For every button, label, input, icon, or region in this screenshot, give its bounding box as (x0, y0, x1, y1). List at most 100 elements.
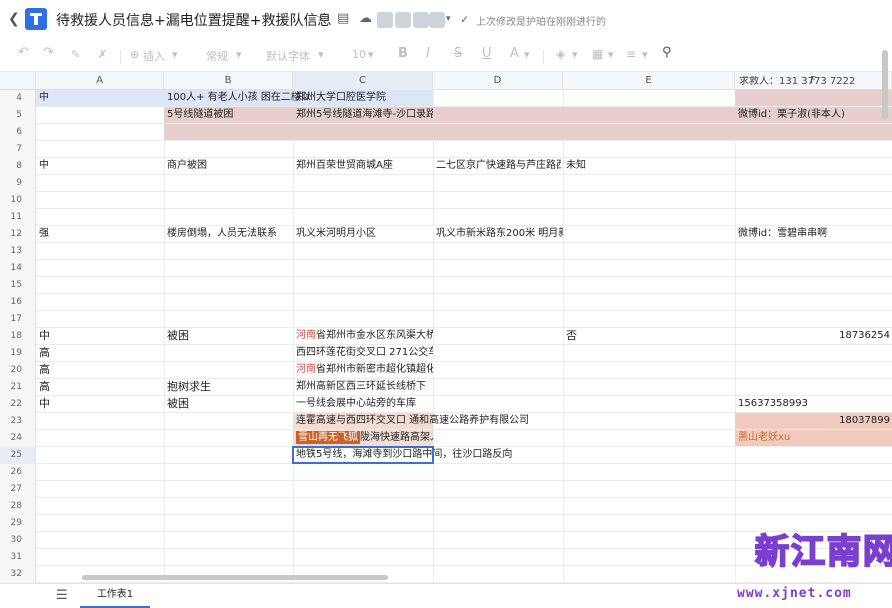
text-color-icon[interactable]: A (510, 46, 519, 61)
cell-f4[interactable] (735, 90, 892, 106)
cell-e20[interactable] (563, 362, 735, 378)
row-header[interactable]: 9 (0, 175, 36, 192)
select-all-corner[interactable] (0, 72, 36, 90)
cell-a17[interactable] (36, 311, 164, 327)
cell-a19[interactable]: 高 (36, 345, 164, 361)
cell-e5[interactable] (563, 107, 735, 123)
cell-b15[interactable] (164, 277, 293, 293)
cell-a20[interactable]: 高 (36, 362, 164, 378)
cell-b7[interactable] (164, 141, 293, 157)
cell-c30[interactable] (293, 532, 433, 548)
cell-c9[interactable] (293, 175, 433, 191)
cell-c7[interactable] (293, 141, 433, 157)
cell-d12[interactable]: 巩义市新米路东200米 明月新村 (433, 226, 563, 242)
row-header[interactable]: 16 (0, 294, 36, 311)
row-header[interactable]: 28 (0, 498, 36, 515)
cell-a28[interactable] (36, 498, 164, 514)
cell-f28[interactable] (735, 498, 892, 514)
cell-e7[interactable] (563, 141, 735, 157)
cell-a6[interactable] (36, 124, 164, 140)
cell-f18[interactable]: 18736254 (735, 328, 892, 344)
collaborator-avatar[interactable] (413, 12, 429, 28)
cell-e24[interactable] (563, 430, 735, 446)
cell-f12[interactable]: 微博id：雪碧串串啊 (735, 226, 892, 242)
cell-a13[interactable] (36, 243, 164, 259)
cell-f8[interactable] (735, 158, 892, 174)
row-header[interactable]: 18 (0, 328, 36, 345)
cell-c26[interactable] (293, 464, 433, 480)
insert-menu[interactable]: 插入 (143, 48, 165, 64)
row-header[interactable]: 7 (0, 141, 36, 158)
cell-e19[interactable] (563, 345, 735, 361)
undo-icon[interactable]: ↶ (18, 45, 29, 60)
border-icon[interactable]: ▦ (592, 47, 603, 61)
cell-f22[interactable]: 15637358993 (735, 396, 892, 412)
cell-e15[interactable] (563, 277, 735, 293)
cell-a16[interactable] (36, 294, 164, 310)
cell-c14[interactable] (293, 260, 433, 276)
column-header-b[interactable]: B (164, 72, 293, 90)
row-header[interactable]: 6 (0, 124, 36, 141)
italic-icon[interactable]: I (426, 46, 430, 61)
cell-f21[interactable] (735, 379, 892, 395)
cell-e25[interactable] (563, 447, 735, 463)
cell-b10[interactable] (164, 192, 293, 208)
cell-c22[interactable]: 一号线会展中心站旁的车库 (293, 396, 433, 412)
cell-f13[interactable] (735, 243, 892, 259)
cell-c10[interactable] (293, 192, 433, 208)
cell-f3-partial[interactable]: 求救人：131 3773 7222 (736, 76, 855, 88)
cell-f14[interactable] (735, 260, 892, 276)
cell-c24[interactable]: 雪山再无飞狐陇海快速路高架入口 (293, 430, 433, 446)
cell-f23[interactable]: 18037899 (735, 413, 892, 429)
search-icon[interactable]: ⚲ (662, 45, 672, 60)
cell-c18[interactable]: 河南省郑州市金水区东风渠大桥下 (293, 328, 433, 344)
collaborator-avatar[interactable] (377, 12, 393, 28)
cell-b25[interactable] (164, 447, 293, 463)
cell-f9[interactable] (735, 175, 892, 191)
cell-b22[interactable]: 被困 (164, 396, 293, 412)
cell-a15[interactable] (36, 277, 164, 293)
cell-a30[interactable] (36, 532, 164, 548)
cell-d24[interactable] (433, 430, 563, 446)
column-header-c[interactable]: C (293, 72, 433, 90)
collaborator-avatar[interactable] (395, 12, 411, 28)
cell-d8[interactable]: 二七区京广快速路与芦庄路西南 (433, 158, 561, 174)
star-icon[interactable]: ☆ (316, 11, 328, 26)
row-header[interactable]: 24 (0, 430, 36, 447)
cell-a26[interactable] (36, 464, 164, 480)
cell-d14[interactable] (433, 260, 563, 276)
cell-d25[interactable] (433, 447, 563, 463)
cell-d30[interactable] (433, 532, 563, 548)
row-header[interactable]: 30 (0, 532, 36, 549)
cell-f7[interactable] (735, 141, 892, 157)
row-header[interactable]: 8 (0, 158, 36, 175)
cell-e12[interactable] (563, 226, 735, 242)
cell-f10[interactable] (735, 192, 892, 208)
cell-e23[interactable] (563, 413, 735, 429)
cell-a23[interactable] (36, 413, 164, 429)
cell-c12[interactable]: 巩义米河明月小区 (293, 226, 433, 242)
row-header[interactable]: 21 (0, 379, 36, 396)
cell-b14[interactable] (164, 260, 293, 276)
cell-b18[interactable]: 被困 (164, 328, 293, 344)
row-header[interactable]: 17 (0, 311, 36, 328)
cell-d17[interactable] (433, 311, 563, 327)
cell-c15[interactable] (293, 277, 433, 293)
cell-e8[interactable]: 未知 (563, 158, 735, 174)
collaborator-avatar[interactable] (429, 12, 445, 28)
cell-d5[interactable] (433, 107, 563, 123)
cell-b4[interactable]: 100人+ 有老人小孩 困在二楼以 (164, 90, 311, 106)
cell-f11[interactable] (735, 209, 892, 225)
cell-c20[interactable]: 河南省郑州市新密市超化镇超化村一组 (293, 362, 433, 378)
cell-b13[interactable] (164, 243, 293, 259)
cell-d11[interactable] (433, 209, 563, 225)
font-size-menu[interactable]: 10 (352, 48, 366, 61)
cell-a5[interactable] (36, 107, 164, 123)
cell-b12[interactable]: 楼房倒塌，人员无法联系 (164, 226, 293, 242)
row-header[interactable]: 12 (0, 226, 36, 243)
cell-f16[interactable] (735, 294, 892, 310)
cell-a10[interactable] (36, 192, 164, 208)
cell-e14[interactable] (563, 260, 735, 276)
cell-b29[interactable] (164, 515, 293, 531)
cell-c16[interactable] (293, 294, 433, 310)
